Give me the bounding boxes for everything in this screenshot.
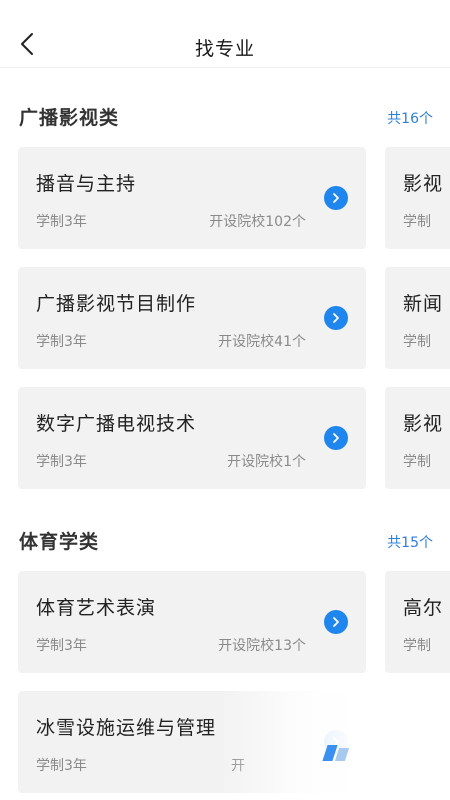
section-header: 体育学类 共15个	[0, 527, 450, 557]
section-header: 广播影视类 共16个	[0, 103, 450, 133]
major-card[interactable]: 数字广播电视技术 学制3年 开设院校1个	[18, 387, 366, 489]
page-title: 找专业	[194, 38, 255, 60]
major-name: 体育艺术表演	[36, 597, 157, 619]
chevron-right-button[interactable]	[324, 186, 348, 210]
chevron-right-button[interactable]	[324, 610, 348, 634]
section-count-link[interactable]: 共16个	[387, 108, 433, 128]
major-duration: 学制3年	[36, 638, 87, 654]
major-name: 播音与主持	[36, 173, 137, 195]
major-row: 数字广播电视技术 学制3年 开设院校1个 影视 学制	[0, 387, 450, 489]
major-row: 播音与主持 学制3年 开设院校102个 影视 学制	[0, 147, 450, 249]
chevron-right-button[interactable]	[324, 306, 348, 330]
chevron-right-button[interactable]	[324, 426, 348, 450]
major-name: 数字广播电视技术	[36, 413, 197, 435]
major-duration: 学制	[403, 334, 431, 350]
major-name: 广播影视节目制作	[36, 293, 197, 315]
chevron-right-icon	[333, 433, 339, 443]
major-card[interactable]: 体育艺术表演 学制3年 开设院校13个	[18, 571, 366, 673]
major-duration: 学制3年	[36, 758, 87, 774]
top-bar: 找专业	[0, 0, 450, 68]
chevron-right-icon	[333, 313, 339, 323]
major-name: 影视	[403, 173, 444, 195]
major-card[interactable]: 播音与主持 学制3年 开设院校102个	[18, 147, 366, 249]
major-card-peek[interactable]: 新闻 学制	[385, 267, 450, 369]
school-count: 开设院校41个	[218, 334, 306, 350]
major-duration: 学制3年	[36, 334, 87, 350]
major-card-peek[interactable]: 影视 学制	[385, 387, 450, 489]
major-card-peek[interactable]: 影视 学制	[385, 147, 450, 249]
school-count: 开设院校1个	[227, 454, 306, 470]
chevron-right-icon	[333, 193, 339, 203]
section-title: 体育学类	[19, 531, 100, 553]
major-card[interactable]: 广播影视节目制作 学制3年 开设院校41个	[18, 267, 366, 369]
major-name: 高尔	[403, 597, 444, 619]
section-title: 广播影视类	[19, 107, 120, 129]
major-duration: 学制	[403, 638, 431, 654]
major-name: 影视	[403, 413, 444, 435]
major-name: 冰雪设施运维与管理	[36, 717, 217, 739]
major-row: 体育艺术表演 学制3年 开设院校13个 高尔 学制	[0, 571, 450, 673]
section-count-link[interactable]: 共15个	[387, 532, 433, 552]
chevron-right-icon	[333, 617, 339, 627]
major-duration: 学制	[403, 454, 431, 470]
school-count: 开设院校13个	[218, 638, 306, 654]
major-card-peek[interactable]: 高尔 学制	[385, 571, 450, 673]
major-duration: 学制3年	[36, 454, 87, 470]
major-name: 新闻	[403, 293, 444, 315]
major-duration: 学制	[403, 214, 431, 230]
major-row: 广播影视节目制作 学制3年 开设院校41个 新闻 学制	[0, 267, 450, 369]
school-count: 开设院校102个	[209, 214, 306, 230]
major-duration: 学制3年	[36, 214, 87, 230]
